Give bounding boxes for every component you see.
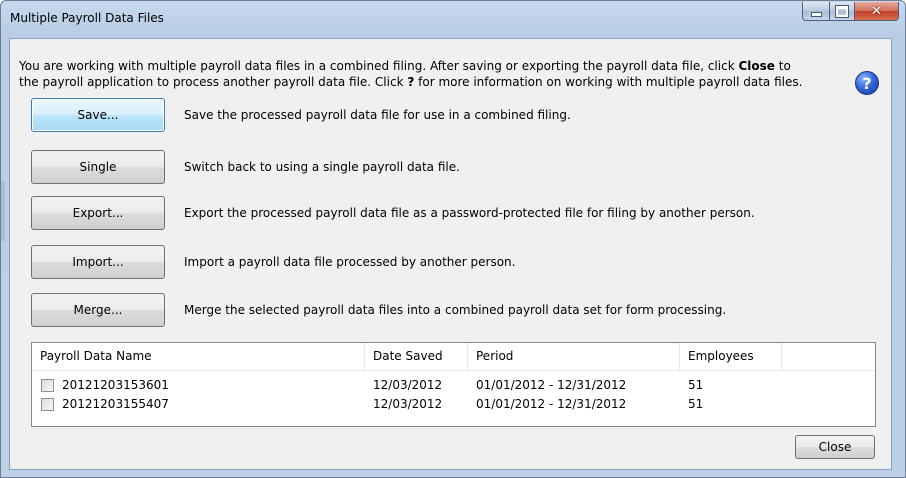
import-description: Import a payroll data file processed by …: [184, 255, 516, 269]
export-description: Export the processed payroll data file a…: [184, 206, 755, 220]
intro-line-1-end: to: [774, 59, 791, 73]
help-icon[interactable]: ?: [855, 71, 879, 95]
row-date-saved: 12/03/2012: [373, 378, 443, 392]
column-header-employees[interactable]: Employees: [680, 343, 782, 370]
close-icon: ✕: [871, 3, 882, 19]
close-button[interactable]: Close: [795, 435, 875, 459]
maximize-icon: [835, 4, 849, 18]
row-employees: 51: [688, 378, 704, 392]
minimize-button[interactable]: [802, 2, 829, 21]
table-header: Payroll Data Name Date Saved Period Empl…: [32, 343, 875, 371]
intro-line-2-end: for more information on working with mul…: [414, 75, 803, 89]
table-row[interactable]: 20121203155407 12/03/2012 01/01/2012 - 1…: [32, 395, 875, 414]
intro-text: You are working with multiple payroll da…: [19, 58, 829, 90]
row-period: 01/01/2012 - 12/31/2012: [476, 397, 627, 411]
dialog-content: You are working with multiple payroll da…: [9, 38, 892, 470]
window-edge: [1, 181, 5, 241]
row-period: 01/01/2012 - 12/31/2012: [476, 378, 627, 392]
column-header-empty: [782, 343, 875, 370]
minimize-icon: [810, 11, 822, 17]
single-description: Switch back to using a single payroll da…: [184, 160, 460, 174]
row-payroll-name: 20121203153601: [62, 378, 169, 392]
import-button[interactable]: Import...: [31, 245, 165, 279]
save-description: Save the processed payroll data file for…: [184, 108, 571, 122]
merge-button[interactable]: Merge...: [31, 293, 165, 327]
column-header-period[interactable]: Period: [468, 343, 680, 370]
title-bar[interactable]: Multiple Payroll Data Files ✕: [1, 1, 905, 35]
intro-line-2: the payroll application to process anoth…: [19, 74, 829, 90]
action-row-export: Export... Export the processed payroll d…: [31, 196, 755, 230]
row-employees: 51: [688, 397, 704, 411]
window-title: Multiple Payroll Data Files: [10, 11, 164, 25]
save-button[interactable]: Save...: [31, 98, 165, 132]
action-row-save: Save... Save the processed payroll data …: [31, 98, 571, 132]
row-payroll-name: 20121203155407: [62, 397, 169, 411]
table-row[interactable]: 20121203153601 12/03/2012 01/01/2012 - 1…: [32, 376, 875, 395]
single-button[interactable]: Single: [31, 150, 165, 184]
payroll-data-table[interactable]: Payroll Data Name Date Saved Period Empl…: [31, 342, 876, 427]
window-close-button[interactable]: ✕: [855, 2, 899, 21]
intro-line-1-bold: Close: [738, 59, 775, 73]
action-row-import: Import... Import a payroll data file pro…: [31, 245, 515, 279]
row-date-saved: 12/03/2012: [373, 397, 443, 411]
intro-line-2-start: the payroll application to process anoth…: [19, 75, 408, 89]
merge-description: Merge the selected payroll data files in…: [184, 303, 727, 317]
maximize-button[interactable]: [829, 2, 855, 21]
action-row-merge: Merge... Merge the selected payroll data…: [31, 293, 726, 327]
column-header-name[interactable]: Payroll Data Name: [32, 343, 365, 370]
intro-line-1-start: You are working with multiple payroll da…: [19, 59, 739, 73]
export-button[interactable]: Export...: [31, 196, 165, 230]
column-header-date-saved[interactable]: Date Saved: [365, 343, 468, 370]
dialog-window: Multiple Payroll Data Files ✕ You are wo…: [0, 0, 906, 478]
intro-line-1: You are working with multiple payroll da…: [19, 58, 829, 74]
action-row-single: Single Switch back to using a single pay…: [31, 150, 460, 184]
window-controls: ✕: [802, 2, 899, 21]
